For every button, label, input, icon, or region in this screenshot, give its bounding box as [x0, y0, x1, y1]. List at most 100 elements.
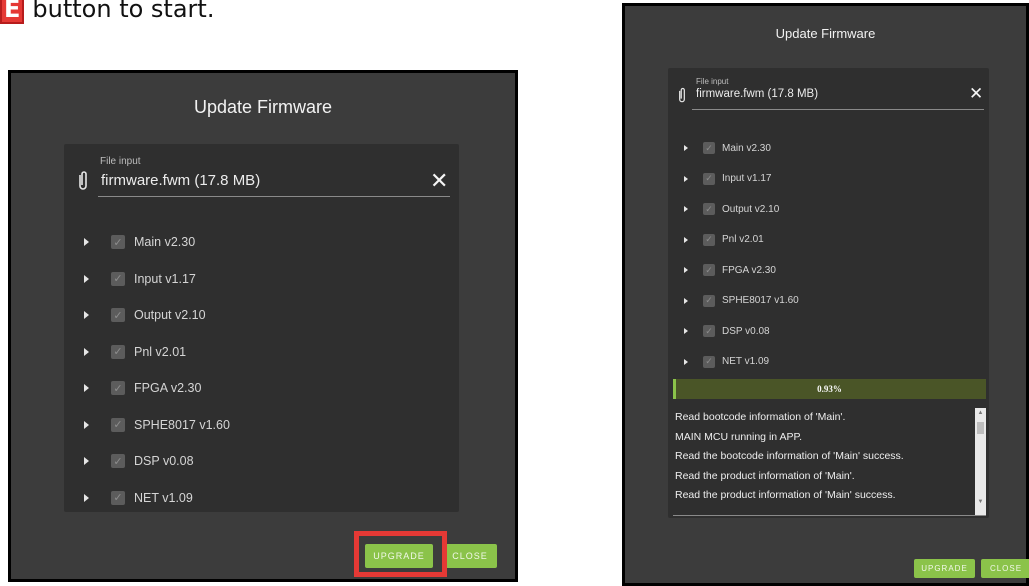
firmware-item[interactable]: ✓ Pnl v2.01 — [682, 225, 799, 256]
progress-text: 0.93% — [817, 384, 842, 394]
caret-right-icon[interactable] — [84, 384, 89, 393]
firmware-item[interactable]: ✓ FPGA v2.30 — [81, 370, 230, 407]
firmware-item-label: Input v1.17 — [134, 271, 196, 286]
log-lines: Read bootcode information of 'Main'. MAIN… — [673, 408, 986, 506]
screenshot-stage: E button to start. Update Firmware File … — [0, 0, 1029, 586]
paperclip-icon[interactable] — [677, 87, 687, 104]
firmware-item-label: Output v2.10 — [722, 203, 780, 215]
caret-right-icon[interactable] — [684, 236, 688, 243]
firmware-item[interactable]: ✓ Input v1.17 — [682, 164, 799, 195]
firmware-item[interactable]: ✓ Output v2.10 — [81, 297, 230, 334]
update-firmware-dialog-right: Update Firmware File input firmware.fwm … — [622, 3, 1029, 586]
update-firmware-dialog-left: Update Firmware File input firmware.fwm … — [8, 70, 518, 582]
checkbox-icon[interactable]: ✓ — [111, 381, 125, 396]
close-button[interactable]: CLOSE — [981, 559, 1029, 578]
file-input-underline — [692, 109, 984, 110]
caret-right-icon[interactable] — [684, 145, 688, 152]
checkbox-icon[interactable]: ✓ — [111, 344, 125, 359]
firmware-item[interactable]: ✓ DSP v0.08 — [682, 316, 799, 347]
checkbox-icon[interactable]: ✓ — [703, 203, 715, 216]
log-scrollbar[interactable]: ▲ ▼ — [975, 408, 986, 515]
dialog-title: Update Firmware — [193, 97, 333, 117]
key-label: E — [0, 0, 25, 24]
file-input-underline — [98, 196, 450, 197]
log-line: MAIN MCU running in APP. — [675, 430, 803, 443]
caret-right-icon[interactable] — [684, 175, 688, 182]
checkbox-icon[interactable]: ✓ — [703, 142, 715, 155]
checkbox-icon[interactable]: ✓ — [111, 271, 125, 286]
scroll-thumb[interactable] — [977, 422, 984, 434]
log-line: Read bootcode information of 'Main'. — [675, 411, 846, 423]
checkbox-icon[interactable]: ✓ — [703, 264, 715, 277]
firmware-item-label: FPGA v2.30 — [134, 381, 202, 396]
caret-right-icon[interactable] — [84, 493, 89, 502]
firmware-list: ✓ Main v2.30 ✓ Input v1.17 ✓ Output v2.10 ✓ Pnl… — [682, 133, 799, 377]
checkbox-icon[interactable]: ✓ — [703, 233, 715, 246]
checkbox-icon[interactable]: ✓ — [703, 172, 715, 185]
firmware-item-label: Main v2.30 — [722, 142, 771, 154]
firmware-item[interactable]: ✓ Input v1.17 — [81, 261, 230, 298]
close-icon[interactable]: ✕ — [969, 84, 983, 104]
checkbox-icon[interactable]: ✓ — [111, 308, 125, 323]
firmware-list: ✓ Main v2.30 ✓ Input v1.17 ✓ Output v2.10 ✓ Pnl… — [81, 224, 230, 516]
firmware-item-label: Input v1.17 — [722, 173, 772, 185]
progress-bar: 0.93% — [673, 379, 986, 399]
firmware-item[interactable]: ✓ DSP v0.08 — [81, 443, 230, 480]
instruction-text: E button to start. — [0, 0, 214, 24]
firmware-item-label: Main v2.30 — [134, 235, 196, 250]
file-input-value[interactable]: firmware.fwm (17.8 MB) — [101, 172, 260, 189]
close-button[interactable]: CLOSE — [443, 544, 497, 568]
log-output[interactable]: Read bootcode information of 'Main'. MAIN… — [673, 408, 986, 516]
scroll-up-icon[interactable]: ▲ — [975, 408, 986, 418]
firmware-item[interactable]: ✓ Output v2.10 — [682, 194, 799, 225]
caret-right-icon[interactable] — [684, 328, 688, 335]
firmware-item[interactable]: ✓ FPGA v2.30 — [682, 255, 799, 286]
caret-right-icon[interactable] — [84, 238, 89, 247]
caret-right-icon[interactable] — [84, 420, 89, 429]
checkbox-icon[interactable]: ✓ — [111, 417, 125, 432]
close-icon[interactable]: ✕ — [430, 168, 448, 194]
firmware-item[interactable]: ✓ Pnl v2.01 — [81, 334, 230, 371]
firmware-item-label: NET v1.09 — [134, 490, 193, 505]
firmware-item[interactable]: ✓ NET v1.09 — [682, 347, 799, 378]
file-input-label: File input — [100, 156, 141, 167]
dialog-title: Update Firmware — [775, 26, 876, 41]
firmware-item[interactable]: ✓ Main v2.30 — [682, 133, 799, 164]
firmware-item-label: DSP v0.08 — [722, 325, 770, 337]
log-line: Read the bootcode information of 'Main' … — [675, 450, 904, 463]
firmware-item[interactable]: ✓ SPHE8017 v1.60 — [682, 286, 799, 317]
firmware-item-label: NET v1.09 — [722, 356, 770, 368]
caret-right-icon[interactable] — [84, 274, 89, 283]
firmware-item[interactable]: ✓ SPHE8017 v1.60 — [81, 407, 230, 444]
firmware-item[interactable]: ✓ NET v1.09 — [81, 480, 230, 517]
caret-right-icon[interactable] — [84, 457, 89, 466]
firmware-card: File input firmware.fwm (17.8 MB) ✕ ✓ Mai… — [64, 144, 459, 512]
caret-right-icon[interactable] — [84, 311, 89, 320]
checkbox-icon[interactable]: ✓ — [111, 454, 125, 469]
checkbox-icon[interactable]: ✓ — [703, 355, 715, 368]
firmware-item-label: Pnl v2.01 — [722, 234, 764, 246]
firmware-item-label: SPHE8017 v1.60 — [134, 417, 230, 432]
file-input-label: File input — [696, 77, 729, 86]
checkbox-icon[interactable]: ✓ — [703, 294, 715, 307]
firmware-item-label: Pnl v2.01 — [134, 344, 187, 359]
caret-right-icon[interactable] — [684, 358, 688, 365]
paperclip-icon[interactable] — [77, 170, 89, 192]
instruction-body: button to start. — [32, 0, 215, 23]
upgrade-button[interactable]: UPGRADE — [914, 559, 975, 578]
upgrade-button[interactable]: UPGRADE — [365, 544, 433, 568]
checkbox-icon[interactable]: ✓ — [111, 490, 125, 505]
caret-right-icon[interactable] — [684, 267, 688, 274]
firmware-item-label: DSP v0.08 — [134, 454, 194, 469]
caret-right-icon[interactable] — [84, 347, 89, 356]
firmware-item-label: SPHE8017 v1.60 — [722, 295, 799, 307]
checkbox-icon[interactable]: ✓ — [703, 325, 715, 338]
firmware-item[interactable]: ✓ Main v2.30 — [81, 224, 230, 261]
file-input-value[interactable]: firmware.fwm (17.8 MB) — [696, 88, 818, 100]
firmware-item-label: FPGA v2.30 — [722, 264, 776, 276]
caret-right-icon[interactable] — [684, 297, 688, 304]
checkbox-icon[interactable]: ✓ — [111, 235, 125, 250]
scroll-down-icon[interactable]: ▼ — [975, 497, 986, 507]
caret-right-icon[interactable] — [684, 206, 688, 213]
log-line: Read the product information of 'Main'. — [675, 469, 855, 482]
